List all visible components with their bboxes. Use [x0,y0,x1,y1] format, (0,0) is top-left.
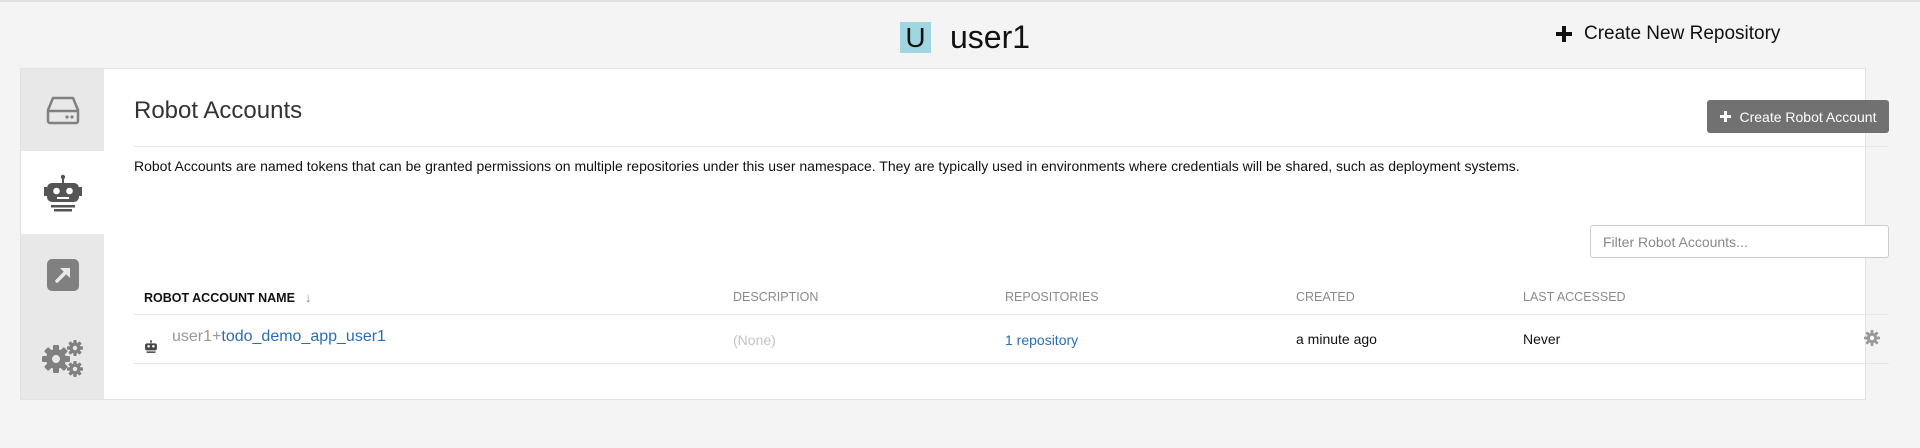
hdd-icon [46,96,79,125]
column-header-name[interactable]: Robot Account Name ↓ [144,290,311,305]
robot-icon [145,340,157,353]
tab-settings[interactable] [21,316,104,399]
column-header-last-accessed[interactable]: Last Accessed [1523,290,1626,304]
plus-icon [1719,111,1731,122]
robot-account-description: (None) [733,332,776,348]
robot-account-link[interactable]: todo_demo_app_user1 [221,328,386,345]
create-robot-account-label: Create Robot Account [1739,108,1877,125]
column-header-repositories[interactable]: Repositories [1005,290,1099,304]
robot-icon [44,174,82,211]
create-new-repository-label: Create New Repository [1584,23,1781,44]
table-header-divider [134,314,1889,315]
column-header-description[interactable]: Description [733,290,818,304]
user-header: U user1 [900,18,1031,55]
divider [134,146,1889,147]
main-panel: Robot Accounts Create Robot Account Robo… [20,68,1889,400]
sort-down-icon: ↓ [304,290,312,305]
column-header-name-label: Robot Account Name [144,291,295,305]
create-new-repository-button[interactable]: Create New Repository [1556,21,1780,47]
robot-account-namespace: user1+ [172,328,222,345]
tab-robot-accounts[interactable] [21,151,105,234]
robot-account-name: user1+todo_demo_app_user1 [172,328,386,346]
top-divider [0,0,1920,2]
robot-account-repositories-link[interactable]: 1 repository [1005,332,1078,348]
tab-repositories[interactable] [21,69,104,151]
create-robot-account-button[interactable]: Create Robot Account [1707,100,1889,133]
robot-account-last-accessed: Never [1523,331,1561,347]
robot-account-created: a minute ago [1296,331,1377,347]
page-title: user1 [950,18,1031,55]
gears-icon [41,339,83,377]
column-header-created[interactable]: Created [1296,290,1355,304]
tab-applications[interactable] [21,234,104,316]
gear-icon[interactable] [1864,330,1880,346]
avatar: U [900,21,931,53]
robot-accounts-section: Robot Accounts Create Robot Account Robo… [134,69,1889,399]
section-title: Robot Accounts [134,97,303,124]
table-row-divider [134,363,1889,364]
plus-icon [1556,26,1572,42]
sidebar [21,69,105,399]
section-description: Robot Accounts are named tokens that can… [134,158,1520,174]
filter-robot-accounts-input[interactable] [1590,225,1889,258]
external-link-icon [46,259,79,291]
